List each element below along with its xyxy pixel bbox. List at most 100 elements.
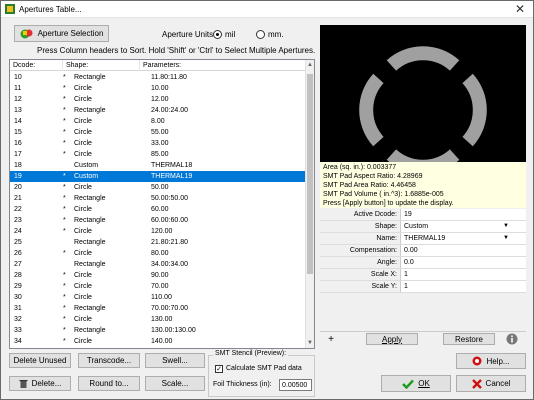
table-row[interactable]: 18 Custom THERMAL18 xyxy=(10,160,306,171)
info-icon[interactable] xyxy=(506,333,518,345)
foil-thickness-input[interactable]: 0.00500 xyxy=(279,379,312,391)
table-row[interactable]: 21 * Rectangle 50.00:50.00 xyxy=(10,193,306,204)
table-row[interactable]: 19 * Custom THERMAL19 xyxy=(10,171,306,182)
shape-cell: Rectangle xyxy=(74,217,106,224)
header-parameters[interactable]: Parameters: xyxy=(140,60,306,71)
parameters-cell: 85.00 xyxy=(151,151,169,158)
dropdown-arrow-icon[interactable]: ▼ xyxy=(503,223,509,229)
shape-cell: Custom xyxy=(74,173,99,180)
dcode-cell: 25 xyxy=(14,239,22,246)
table-row[interactable]: 24 * Circle 120.00 xyxy=(10,226,306,237)
close-icon[interactable]: ✕ xyxy=(513,2,527,16)
mark-cell: * xyxy=(63,316,66,323)
cancel-button[interactable]: Cancel xyxy=(456,375,526,392)
table-row[interactable]: 32 * Circle 130.00 xyxy=(10,314,306,325)
help-button[interactable]: Help... xyxy=(456,353,526,369)
parameters-cell: 55.00 xyxy=(151,129,169,136)
shape-cell: Circle xyxy=(74,316,92,323)
unit-mm-radio[interactable] xyxy=(256,30,265,39)
shape-cell: Circle xyxy=(74,272,92,279)
smt-info-panel: Area (sq. in.): 0.003377 SMT Pad Aspect … xyxy=(320,162,526,208)
property-value[interactable]: Custom xyxy=(404,221,428,232)
scale-button[interactable]: Scale... xyxy=(145,376,205,391)
shape-cell: Circle xyxy=(74,140,92,147)
table-row[interactable]: 26 * Circle 80.00 xyxy=(10,248,306,259)
transcode-button[interactable]: Transcode... xyxy=(78,353,140,368)
restore-button[interactable]: Restore xyxy=(443,333,495,345)
property-row: Angle: 0.0 xyxy=(320,257,526,269)
table-row[interactable]: 14 * Circle 8.00 xyxy=(10,116,306,127)
property-value[interactable]: 0.0 xyxy=(404,257,414,268)
dropdown-arrow-icon[interactable]: ▼ xyxy=(503,235,509,241)
table-row[interactable]: 30 * Circle 110.00 xyxy=(10,292,306,303)
thermal-pad-shape xyxy=(359,46,487,162)
mark-cell: * xyxy=(63,217,66,224)
table-row[interactable]: 12 * Circle 12.00 xyxy=(10,94,306,105)
table-row[interactable]: 15 * Circle 55.00 xyxy=(10,127,306,138)
property-row: Scale X: 1 xyxy=(320,269,526,281)
mark-cell: * xyxy=(63,283,66,290)
dcode-cell: 14 xyxy=(14,118,22,125)
parameters-cell: 80.00 xyxy=(151,250,169,257)
property-value[interactable]: THERMAL19 xyxy=(404,233,445,244)
property-value[interactable]: 1 xyxy=(404,269,408,280)
parameters-cell: THERMAL19 xyxy=(151,173,193,180)
cancel-x-icon xyxy=(471,378,482,389)
foil-thickness-label: Foil Thickness (in): xyxy=(213,381,272,388)
delete-button[interactable]: Delete... xyxy=(9,376,71,391)
ok-button[interactable]: OK xyxy=(381,375,451,392)
property-value[interactable]: 0.00 xyxy=(404,245,418,256)
scroll-down-icon[interactable]: ▼ xyxy=(306,338,314,348)
panel-toolbar: + Apply Restore xyxy=(320,331,526,346)
add-icon[interactable]: + xyxy=(323,333,339,345)
table-row[interactable]: 27 Rectangle 34.00:34.00 xyxy=(10,259,306,270)
unit-mil-radio[interactable] xyxy=(213,30,222,39)
mark-cell: * xyxy=(63,140,66,147)
table-row[interactable]: 34 * Circle 140.00 xyxy=(10,336,306,347)
aperture-selection-icon xyxy=(20,29,33,38)
table-row[interactable]: 17 * Circle 85.00 xyxy=(10,149,306,160)
aperture-selection-button[interactable]: Aperture Selection xyxy=(14,25,109,42)
table-scrollbar[interactable]: ▲ ▼ xyxy=(305,60,314,348)
dcode-cell: 27 xyxy=(14,261,22,268)
table-row[interactable]: 20 * Circle 50.00 xyxy=(10,182,306,193)
shape-cell: Circle xyxy=(74,294,92,301)
mark-cell: * xyxy=(63,195,66,202)
table-row[interactable]: 16 * Circle 33.00 xyxy=(10,138,306,149)
table-row[interactable]: 11 * Circle 10.00 xyxy=(10,83,306,94)
property-value[interactable]: 19 xyxy=(404,209,412,220)
table-row[interactable]: 28 * Circle 90.00 xyxy=(10,270,306,281)
table-row[interactable]: 10 * Rectangle 11.80:11.80 xyxy=(10,72,306,83)
parameters-cell: 11.80:11.80 xyxy=(151,74,187,81)
dcode-cell: 18 xyxy=(14,162,22,169)
dcode-cell: 20 xyxy=(14,184,22,191)
table-row[interactable]: 33 * Rectangle 130.00:130.00 xyxy=(10,325,306,336)
table-row[interactable]: 31 * Rectangle 70.00:70.00 xyxy=(10,303,306,314)
header-dcode[interactable]: Dcode: xyxy=(10,60,63,71)
table-row[interactable]: 25 Rectangle 21.80:21.80 xyxy=(10,237,306,248)
table-row[interactable]: 22 * Circle 60.00 xyxy=(10,204,306,215)
mark-cell: * xyxy=(63,96,66,103)
mark-cell: * xyxy=(63,228,66,235)
scroll-thumb[interactable] xyxy=(307,74,313,274)
table-row[interactable]: 29 * Circle 70.00 xyxy=(10,281,306,292)
table-row[interactable]: 13 * Rectangle 24.00:24.00 xyxy=(10,105,306,116)
header-shape[interactable]: Shape: xyxy=(63,60,140,71)
table-row[interactable]: 23 * Rectangle 60.00:60.00 xyxy=(10,215,306,226)
trash-icon xyxy=(19,380,28,388)
round-to-button[interactable]: Round to... xyxy=(78,376,140,391)
delete-unused-button[interactable]: Delete Unused xyxy=(9,353,71,368)
property-label: Active Dcode: xyxy=(320,209,401,220)
property-label: Name: xyxy=(320,233,401,244)
parameters-cell: 33.00 xyxy=(151,140,169,147)
swell-button[interactable]: Swell... xyxy=(145,353,205,368)
property-value[interactable]: 1 xyxy=(404,281,408,292)
apply-button[interactable]: Apply xyxy=(366,333,418,345)
aperture-table[interactable]: Dcode: Shape: Parameters: 10 * Rectangle 11… xyxy=(9,59,315,349)
dcode-cell: 29 xyxy=(14,283,22,290)
calculate-smt-checkbox[interactable]: ✓ xyxy=(215,365,223,373)
parameters-cell: 21.80:21.80 xyxy=(151,239,188,246)
parameters-cell: 70.00 xyxy=(151,283,169,290)
property-label: Shape: xyxy=(320,221,401,232)
scroll-up-icon[interactable]: ▲ xyxy=(306,60,314,70)
